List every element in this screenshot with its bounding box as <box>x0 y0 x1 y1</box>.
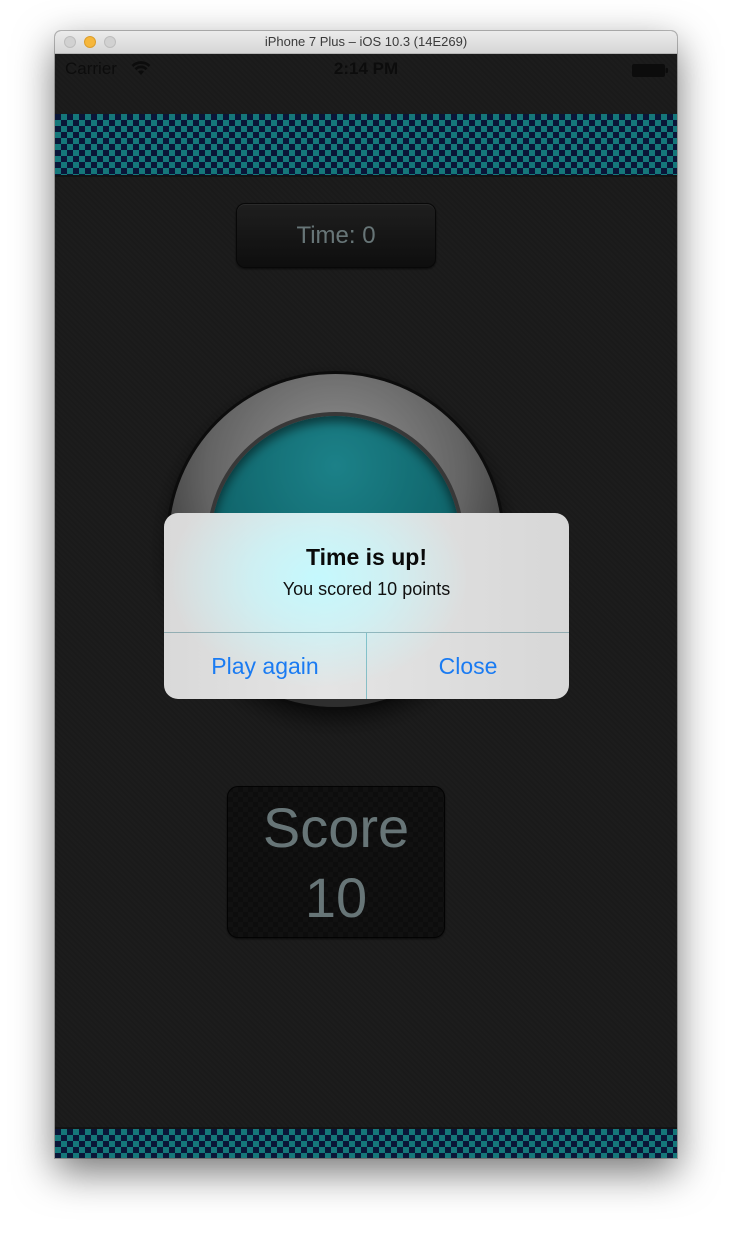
alert-dialog: Time is up! You scored 10 points Play ag… <box>164 513 569 699</box>
play-again-button[interactable]: Play again <box>164 633 366 699</box>
close-button[interactable]: Close <box>367 633 569 699</box>
window-title: iPhone 7 Plus – iOS 10.3 (14E269) <box>264 34 468 49</box>
alert-title: Time is up! <box>306 544 427 570</box>
alert-message: You scored 10 points <box>282 579 451 599</box>
simulator-window: iPhone 7 Plus – iOS 10.3 (14E269) Carrie… <box>55 31 677 1158</box>
title-bar: iPhone 7 Plus – iOS 10.3 (14E269) <box>55 31 677 54</box>
device-screen: Carrier 2:14 PM Time: 0 Score 10 Time is… <box>55 54 677 1158</box>
